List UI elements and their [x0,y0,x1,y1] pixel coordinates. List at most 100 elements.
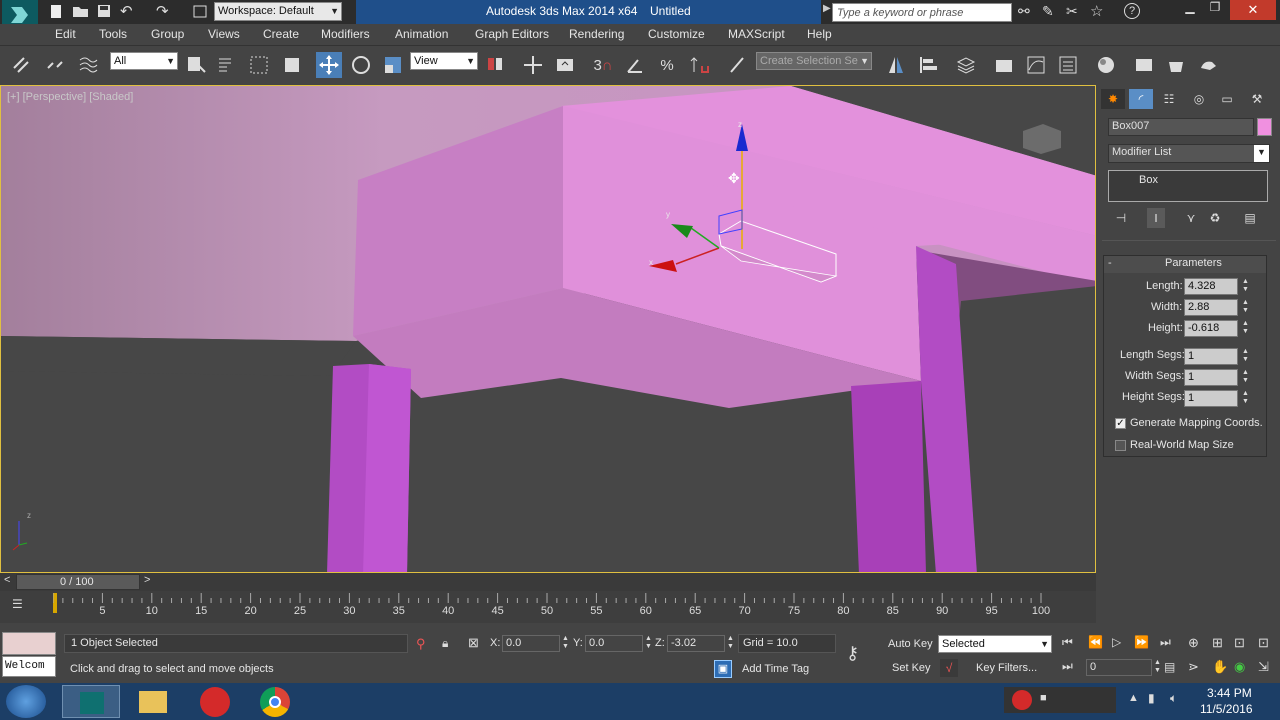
edit-named-selection-icon[interactable] [724,52,750,78]
layer-manager-icon[interactable] [953,52,979,78]
width-input[interactable]: 2.88 [1184,299,1238,316]
mini-curve-editor-icon[interactable]: ☰ [12,597,23,611]
pivot-center-icon[interactable] [482,52,508,78]
menu-maxscript[interactable]: MAXScript [728,27,785,41]
align-icon[interactable] [915,52,941,78]
z-coord-spinner[interactable]: ▲ ▼ [726,635,735,652]
select-by-name-icon[interactable] [214,52,240,78]
restore-icon[interactable]: ❐ [1203,0,1227,18]
spinner-snap-icon[interactable] [686,52,712,78]
angle-snap-icon[interactable] [622,52,648,78]
manipulate-icon[interactable] [520,52,546,78]
make-unique-icon[interactable]: ⋎ [1182,209,1200,227]
current-frame-input[interactable]: 0 [1086,659,1152,676]
pin-stack-icon[interactable]: ⊣ [1112,209,1130,227]
modify-tab-icon[interactable]: ◜ [1129,89,1153,109]
time-slider[interactable]: < 0 / 100 > [0,573,1096,591]
new-file-icon[interactable] [48,3,68,21]
time-slider-thumb[interactable]: 0 / 100 [16,574,140,590]
mirror-icon[interactable] [883,52,909,78]
remove-modifier-icon[interactable]: ♻ [1206,209,1224,227]
percent-snap-icon[interactable]: % [654,52,680,78]
hierarchy-tab-icon[interactable]: ☷ [1157,89,1181,109]
graphite-tools-icon[interactable] [991,52,1017,78]
object-color-swatch[interactable] [1257,118,1272,136]
key-mode-dropdown[interactable]: Selected ▼ [938,635,1052,653]
hold-icon[interactable] [192,3,212,21]
height-segs-input[interactable]: 1 [1184,390,1238,407]
rectangular-selection-icon[interactable] [246,52,272,78]
zoom-all-icon[interactable]: ⊞ [1212,635,1223,651]
set-key-button[interactable]: Set Key [892,662,931,674]
undo-icon[interactable]: ↶ [120,2,133,20]
select-scale-icon[interactable] [380,52,406,78]
real-world-map-checkbox[interactable] [1115,440,1126,451]
maximize-viewport-icon[interactable]: ⇲ [1258,659,1269,675]
stop-record-icon[interactable]: ■ [1040,692,1047,704]
reference-coord-dropdown[interactable]: View ▼ [410,52,478,70]
time-config-icon[interactable]: ▤ [1164,660,1175,674]
orbit-icon[interactable]: ◉ [1234,659,1245,675]
length-input[interactable]: 4.328 [1184,278,1238,295]
menu-help[interactable]: Help [807,27,832,41]
length-segs-input[interactable]: 1 [1184,348,1238,365]
maxscript-mini-listener[interactable]: Welcom [2,656,56,677]
show-end-result-icon[interactable]: ⏽ [1147,208,1165,228]
render-production-icon[interactable] [1196,52,1222,78]
menu-views[interactable]: Views [208,27,240,41]
x-coord-input[interactable]: 0.0 [502,635,560,652]
link-icon[interactable] [8,52,34,78]
key-mode-toggle-icon[interactable]: ⏭ [1062,659,1073,674]
zoom-extents-icon[interactable]: ⊡ [1234,635,1245,651]
redo-icon[interactable]: ↷ [156,2,169,20]
menu-group[interactable]: Group [151,27,184,41]
network-icon[interactable]: ▮ [1148,691,1155,705]
keyboard-shortcut-icon[interactable] [552,52,578,78]
selection-lock-icon[interactable]: 🔒︎ [442,636,448,651]
length-segs-spinner[interactable]: ▲ ▼ [1241,348,1250,365]
rendered-frame-icon[interactable] [1163,52,1189,78]
time-next-icon[interactable]: > [144,574,150,586]
favorites-star-icon[interactable]: ☆ [1090,2,1103,20]
create-tab-icon[interactable]: ✸ [1101,89,1125,109]
volume-icon[interactable]: 🔈︎ [1170,691,1177,706]
material-editor-icon[interactable] [1093,52,1119,78]
key-filters-button[interactable]: Key Filters... [976,662,1037,674]
absolute-mode-icon[interactable]: ⊠ [468,635,479,651]
time-prev-icon[interactable]: < [4,574,10,586]
stack-item-box[interactable]: Box [1139,174,1158,186]
subscription-icon[interactable]: ✂ [1066,3,1078,20]
utilities-tab-icon[interactable]: ⚒ [1245,89,1269,109]
search-input[interactable]: Type a keyword or phrase [832,3,1012,22]
clock-date[interactable]: 11/5/2016 [1200,702,1253,716]
close-icon[interactable]: ✕ [1230,0,1276,20]
taskbar-3dsmax-icon[interactable] [62,685,120,718]
object-name-field[interactable]: Box007 [1108,118,1254,136]
modifier-stack[interactable]: Box [1108,170,1268,202]
maxscript-mini-listener-top[interactable] [2,632,56,655]
height-input[interactable]: -0.618 [1184,320,1238,337]
window-crossing-icon[interactable] [279,52,305,78]
render-setup-icon[interactable] [1131,52,1157,78]
unlink-icon[interactable] [42,52,68,78]
workspace-dropdown[interactable]: Workspace: Default ▼ [214,2,342,21]
menu-create[interactable]: Create [263,27,299,41]
taskbar-recorder-icon[interactable] [186,685,244,718]
width-spinner[interactable]: ▲ ▼ [1241,299,1250,316]
display-tab-icon[interactable]: ▭ [1215,89,1239,109]
taskbar-chrome-icon[interactable] [246,685,304,718]
menu-edit[interactable]: Edit [55,27,76,41]
y-coord-spinner[interactable]: ▲ ▼ [644,635,653,652]
bind-spacewarp-icon[interactable] [75,52,101,78]
isolate-selection-icon[interactable]: ⚲ [416,636,426,652]
auto-key-button[interactable]: Auto Key [888,638,933,650]
menu-rendering[interactable]: Rendering [569,27,624,41]
length-spinner[interactable]: ▲ ▼ [1241,278,1250,295]
play-icon[interactable]: ▷ [1112,635,1121,649]
zoom-icon[interactable]: ⊕ [1188,635,1199,651]
motion-tab-icon[interactable]: ◎ [1187,89,1211,109]
pause-record-icon[interactable] [1012,690,1032,710]
named-selection-set-dropdown[interactable]: Create Selection Se ▼ [756,52,872,70]
width-segs-input[interactable]: 1 [1184,369,1238,386]
viewport-label[interactable]: [+] [Perspective] [Shaded] [7,91,133,103]
